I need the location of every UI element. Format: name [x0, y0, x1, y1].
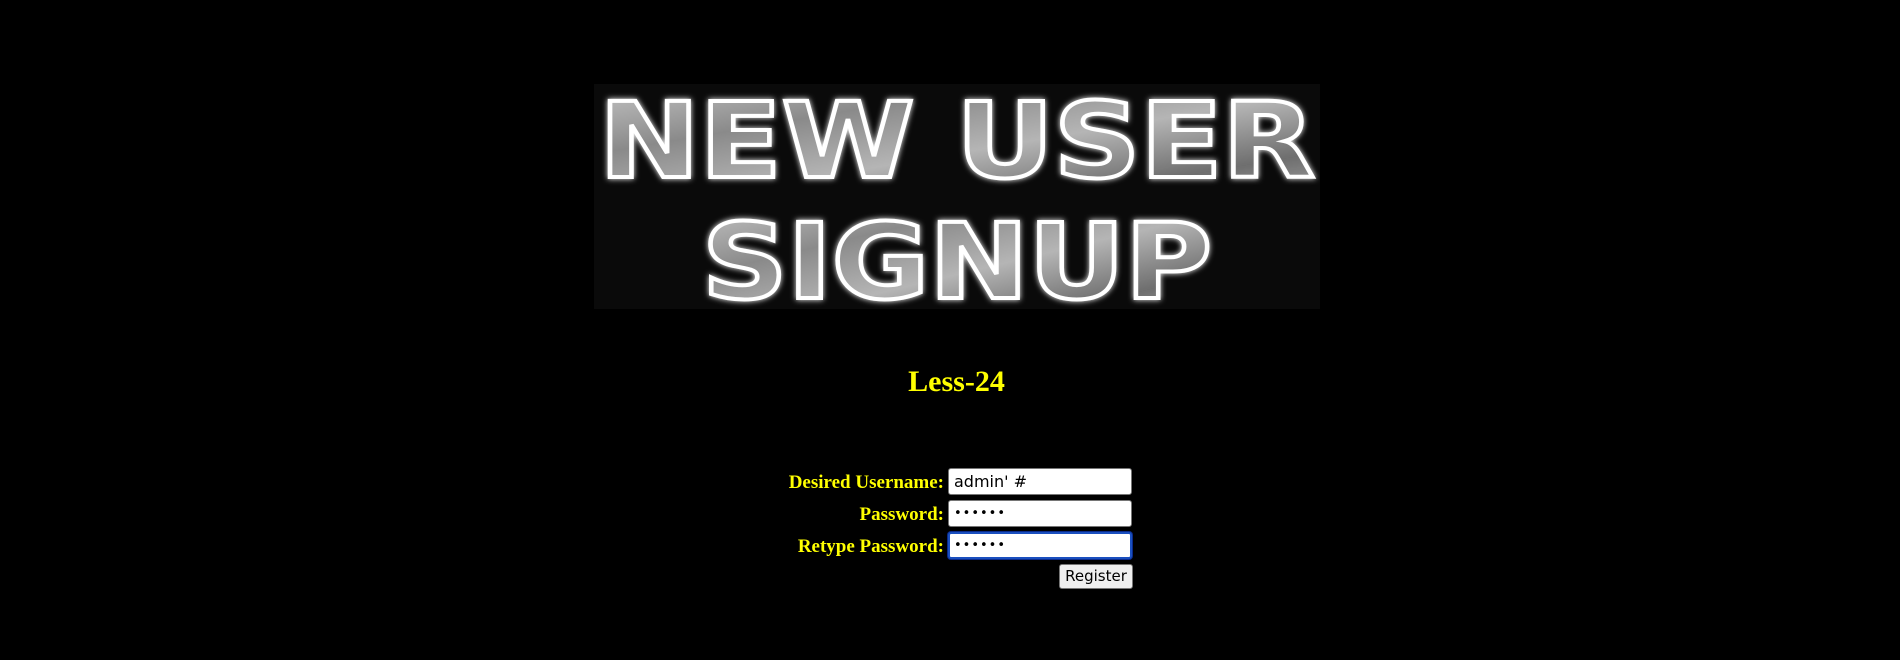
page: NEW USER SIGNUP Less-24 Desired Username… — [0, 0, 1900, 660]
retype-password-row: Retype Password: — [0, 532, 1900, 560]
retype-password-input[interactable] — [948, 532, 1132, 559]
signup-banner-image: NEW USER SIGNUP — [594, 84, 1320, 309]
username-label: Desired Username: — [788, 472, 944, 493]
register-row: Register — [0, 564, 1900, 592]
username-input[interactable] — [948, 468, 1132, 495]
password-label: Password: — [859, 504, 944, 525]
retype-password-label: Retype Password: — [797, 536, 944, 557]
lesson-title: Less-24 — [908, 365, 1005, 398]
password-row: Password: — [0, 500, 1900, 528]
password-input[interactable] — [948, 500, 1132, 527]
username-row: Desired Username: — [0, 468, 1900, 496]
banner-line-2: SIGNUP — [702, 201, 1212, 309]
register-button[interactable]: Register — [1059, 564, 1133, 589]
banner-line-1: NEW USER — [599, 84, 1315, 202]
